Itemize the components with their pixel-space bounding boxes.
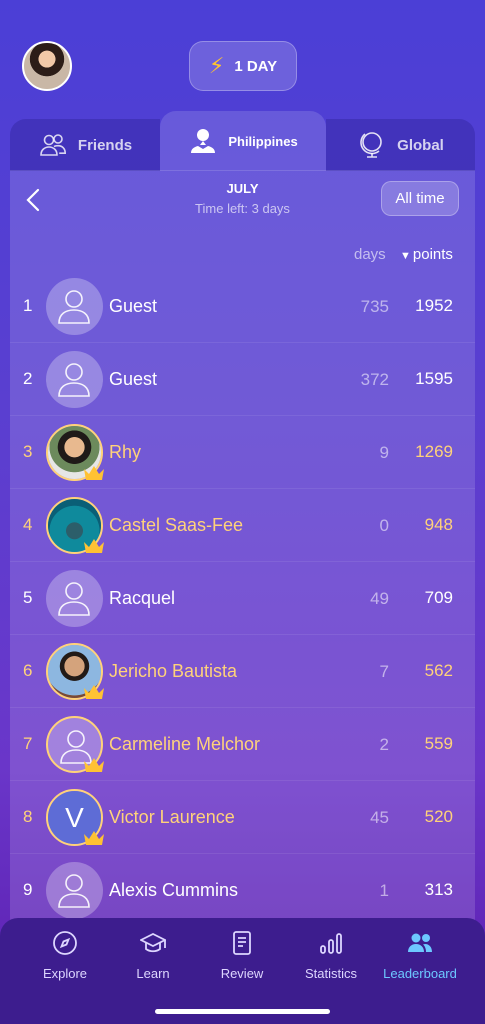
points-value: 559 bbox=[424, 734, 453, 753]
points-value: 562 bbox=[424, 661, 453, 680]
rank-number: 3 bbox=[23, 442, 33, 461]
avatar[interactable] bbox=[46, 278, 103, 335]
leaderboard-row[interactable]: 2 Guest 372 1595 bbox=[10, 343, 475, 416]
avatar[interactable] bbox=[46, 643, 104, 700]
days-value: 0 bbox=[379, 516, 389, 535]
player-name: Castel Saas-Fee bbox=[109, 515, 244, 535]
days-value: 45 bbox=[370, 808, 389, 827]
nav-learn-label: Learn bbox=[136, 966, 170, 981]
days-value: 7 bbox=[379, 662, 389, 681]
graduation-cap-icon bbox=[140, 932, 166, 953]
player-name: Victor Laurence bbox=[109, 807, 235, 827]
rank-number: 9 bbox=[23, 880, 33, 899]
avatar[interactable] bbox=[46, 570, 103, 627]
tab-friends[interactable]: Friends bbox=[10, 119, 160, 171]
friends-icon bbox=[40, 134, 66, 156]
days-value: 1 bbox=[379, 881, 389, 900]
rank-number: 8 bbox=[23, 807, 33, 826]
leaderboard-row[interactable]: 6 Jericho Bautista 7 562 bbox=[10, 635, 475, 708]
default-avatar-icon bbox=[58, 582, 90, 616]
rank-number: 2 bbox=[23, 369, 33, 388]
days-value: 2 bbox=[379, 735, 389, 754]
nav-review-label: Review bbox=[220, 966, 264, 981]
points-value: 1269 bbox=[415, 442, 453, 461]
crown-icon bbox=[84, 685, 104, 699]
points-value: 1595 bbox=[415, 369, 453, 388]
tab-philippines[interactable]: Philippines bbox=[160, 111, 326, 171]
avatar[interactable]: V bbox=[46, 789, 104, 846]
sort-down-icon: ▼ bbox=[400, 250, 411, 262]
player-name: Rhy bbox=[109, 442, 142, 462]
all-time-button[interactable]: All time bbox=[381, 181, 459, 216]
points-value: 1952 bbox=[415, 296, 453, 315]
player-name: Alexis Cummins bbox=[109, 880, 239, 900]
days-value: 9 bbox=[379, 443, 389, 462]
leaderboard-row[interactable]: 3 Rhy 9 1269 bbox=[10, 416, 475, 489]
crown-icon bbox=[84, 758, 104, 772]
rank-number: 1 bbox=[23, 296, 33, 315]
days-column-header[interactable]: days bbox=[354, 246, 386, 263]
compass-icon bbox=[53, 931, 77, 955]
crown-icon bbox=[84, 831, 104, 845]
player-name: Jericho Bautista bbox=[109, 661, 238, 681]
default-avatar-icon bbox=[58, 363, 90, 397]
crown-icon bbox=[84, 466, 104, 480]
leaderboard-row[interactable]: 8 V Victor Laurence 45 520 bbox=[10, 781, 475, 854]
avatar[interactable] bbox=[46, 351, 103, 408]
days-value: 735 bbox=[360, 297, 389, 316]
lightning-icon: ⚡ bbox=[208, 53, 225, 78]
home-indicator[interactable] bbox=[155, 1009, 330, 1014]
rank-number: 6 bbox=[23, 661, 33, 680]
tab-global-label: Global bbox=[397, 136, 444, 154]
nav-explore[interactable]: Explore bbox=[20, 930, 110, 981]
player-name: Guest bbox=[109, 296, 158, 316]
nav-statistics-label: Statistics bbox=[304, 966, 357, 981]
avatar[interactable] bbox=[46, 862, 103, 919]
default-avatar-icon bbox=[58, 874, 90, 908]
streak-label: 1 DAY bbox=[234, 57, 278, 75]
bar-chart-icon bbox=[320, 933, 342, 954]
nav-leaderboard-label: Leaderboard bbox=[383, 966, 457, 981]
profile-avatar[interactable] bbox=[22, 41, 72, 91]
points-value: 313 bbox=[424, 880, 453, 899]
people-icon bbox=[408, 933, 432, 952]
nav-statistics[interactable]: Statistics bbox=[286, 930, 376, 981]
nav-review[interactable]: Review bbox=[197, 930, 287, 981]
leaderboard-tabs: Friends Philippines Global bbox=[10, 111, 475, 171]
notebook-icon bbox=[233, 931, 251, 955]
tab-philippines-label: Philippines bbox=[228, 133, 298, 149]
nav-explore-label: Explore bbox=[42, 966, 88, 981]
player-name: Racquel bbox=[109, 588, 176, 608]
points-value: 709 bbox=[424, 588, 453, 607]
player-name: Carmeline Melchor bbox=[109, 734, 261, 754]
leaderboard-row[interactable]: 5 Racquel 49 709 bbox=[10, 562, 475, 635]
rank-number: 5 bbox=[23, 588, 33, 607]
nav-leaderboard[interactable]: Leaderboard bbox=[375, 930, 465, 981]
avatar[interactable] bbox=[46, 716, 104, 773]
tab-friends-label: Friends bbox=[77, 136, 133, 154]
streak-badge[interactable]: ⚡ 1 DAY bbox=[189, 41, 297, 91]
points-column-label: points bbox=[412, 246, 453, 263]
leaderboard-row[interactable]: 4 Castel Saas-Fee 0 948 bbox=[10, 489, 475, 562]
nav-learn[interactable]: Learn bbox=[108, 930, 198, 981]
leaderboard-row[interactable]: 9 Alexis Cummins 1 313 bbox=[10, 854, 475, 927]
avatar[interactable] bbox=[46, 424, 104, 481]
points-value: 948 bbox=[424, 515, 453, 534]
avatar[interactable] bbox=[46, 497, 104, 554]
leaderboard-row[interactable]: 7 Carmeline Melchor 2 559 bbox=[10, 708, 475, 781]
default-avatar-icon bbox=[58, 290, 90, 324]
tab-global[interactable]: Global bbox=[326, 119, 475, 171]
points-column-header[interactable]: ▼ points bbox=[400, 246, 453, 263]
rank-number: 4 bbox=[23, 515, 33, 534]
points-value: 520 bbox=[424, 807, 453, 826]
leaderboard-list: 1 Guest 735 1952 2 Guest 372 1595 3 Rhy 9 1269 4 Cast… bbox=[10, 270, 475, 927]
globe-icon bbox=[360, 132, 382, 158]
crown-icon bbox=[84, 539, 104, 553]
leaderboard-row[interactable]: 1 Guest 735 1952 bbox=[10, 270, 475, 343]
location-person-icon bbox=[191, 129, 216, 153]
rank-number: 7 bbox=[23, 734, 33, 753]
player-name: Guest bbox=[109, 369, 158, 389]
days-value: 49 bbox=[370, 589, 389, 608]
days-value: 372 bbox=[360, 370, 389, 389]
